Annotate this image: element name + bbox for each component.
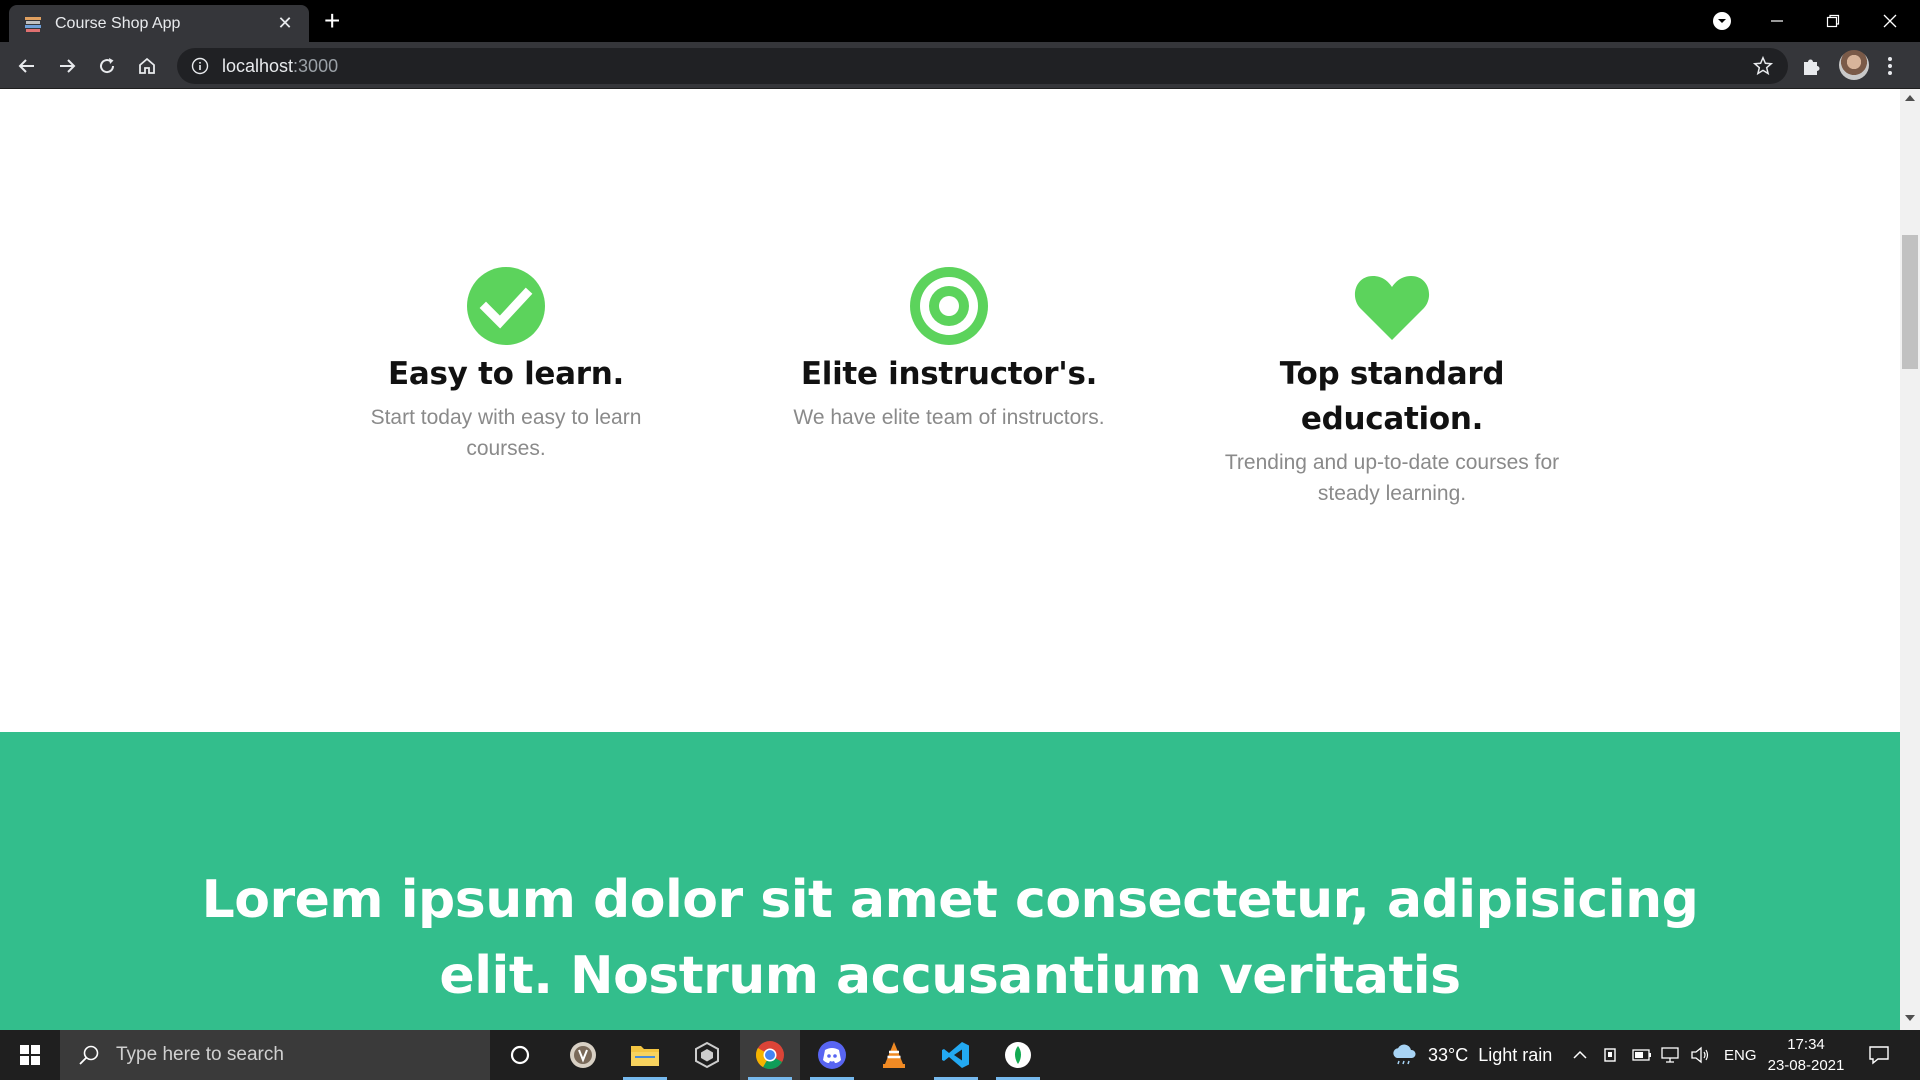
features-section: Easy to learn. Start today with easy to … [0, 89, 1900, 731]
bookmark-star-icon[interactable] [1752, 55, 1774, 77]
close-window-icon[interactable] [1862, 0, 1918, 42]
unity-icon[interactable] [677, 1030, 737, 1080]
mongodb-compass-icon[interactable] [988, 1030, 1048, 1080]
browser-tab-strip: Course Shop App ✕ + [0, 0, 1920, 42]
scrollbar-thumb[interactable] [1902, 235, 1918, 369]
site-info-icon[interactable] [191, 57, 209, 75]
show-hidden-icons-chevron-up-icon[interactable] [1572, 1030, 1588, 1080]
windows-taskbar: Type here to search 33°C Light rain ENG … [0, 1030, 1920, 1080]
feature-elite-instructors: Elite instructor's. We have elite team o… [779, 266, 1119, 433]
feature-top-standard-education: Top standard education. Trending and up-… [1222, 266, 1562, 509]
browser-menu-icon[interactable] [1886, 54, 1894, 78]
browser-tab[interactable]: Course Shop App ✕ [9, 5, 309, 42]
reload-icon[interactable] [91, 50, 123, 82]
taskbar-search-box[interactable]: Type here to search [60, 1030, 490, 1080]
check-circle-icon [467, 267, 545, 345]
home-icon[interactable] [131, 50, 163, 82]
url-host: localhost [222, 55, 294, 76]
network-icon[interactable] [1661, 1030, 1683, 1080]
input-language[interactable]: ENG [1724, 1030, 1757, 1080]
feature-easy-to-learn: Easy to learn. Start today with easy to … [336, 266, 676, 464]
meet-now-icon[interactable] [1603, 1030, 1619, 1080]
extensions-puzzle-icon[interactable] [1800, 54, 1824, 78]
forward-icon[interactable] [51, 50, 83, 82]
vscode-icon[interactable] [926, 1030, 986, 1080]
notifications-icon[interactable] [1868, 1030, 1890, 1080]
hero-heading: Lorem ipsum dolor sit amet consectetur, … [201, 870, 1699, 1006]
weather-text: 33°C Light rain [1428, 1044, 1553, 1065]
discord-icon[interactable] [802, 1030, 862, 1080]
tab-search-icon[interactable] [1710, 9, 1734, 33]
heart-icon [1354, 276, 1430, 340]
vlc-icon[interactable] [864, 1030, 924, 1080]
url-port: :3000 [293, 55, 339, 76]
hero-banner: Lorem ipsum dolor sit amet consectetur, … [0, 732, 1900, 1030]
search-icon [79, 1045, 99, 1065]
tab-close-icon[interactable]: ✕ [275, 13, 295, 34]
page-viewport: Easy to learn. Start today with easy to … [0, 89, 1900, 1030]
scroll-down-icon[interactable] [1905, 1015, 1915, 1021]
scroll-up-icon[interactable] [1905, 95, 1915, 101]
books-favicon-icon [25, 16, 41, 32]
profile-avatar[interactable] [1839, 50, 1869, 80]
address-bar[interactable]: localhost:3000 [177, 48, 1788, 84]
feature-description: We have elite team of instructors. [793, 406, 1105, 429]
feature-description: Start today with easy to learn courses. [370, 406, 642, 460]
minimize-icon[interactable] [1749, 0, 1805, 42]
app-icon-notes[interactable] [553, 1030, 613, 1080]
weather-widget[interactable]: 33°C Light rain [1390, 1030, 1552, 1080]
volume-icon[interactable] [1690, 1030, 1710, 1080]
restore-icon[interactable] [1805, 0, 1861, 42]
feature-description: Trending and up-to-date courses for stea… [1224, 451, 1560, 505]
windows-start-icon[interactable] [0, 1030, 60, 1080]
cortana-icon[interactable] [490, 1030, 550, 1080]
browser-toolbar: localhost:3000 [0, 42, 1920, 89]
system-clock[interactable]: 17:34 23-08-2021 [1758, 1034, 1854, 1076]
search-placeholder: Type here to search [116, 1044, 284, 1065]
feature-title: Easy to learn. [388, 356, 624, 392]
page-scrollbar[interactable] [1900, 89, 1920, 1030]
back-icon[interactable] [11, 50, 43, 82]
chrome-icon[interactable] [740, 1030, 800, 1080]
tab-title: Course Shop App [55, 14, 181, 32]
clock-date: 23-08-2021 [1767, 1057, 1845, 1074]
new-tab-icon[interactable]: + [324, 6, 340, 36]
feature-title: Elite instructor's. [800, 356, 1098, 392]
battery-icon[interactable] [1632, 1030, 1652, 1080]
feature-title: Top standard education. [1279, 356, 1505, 437]
cloud-rain-icon [1393, 1044, 1416, 1065]
clock-time: 17:34 [1787, 1036, 1825, 1053]
file-explorer-icon[interactable] [615, 1030, 675, 1080]
target-icon [910, 267, 988, 345]
